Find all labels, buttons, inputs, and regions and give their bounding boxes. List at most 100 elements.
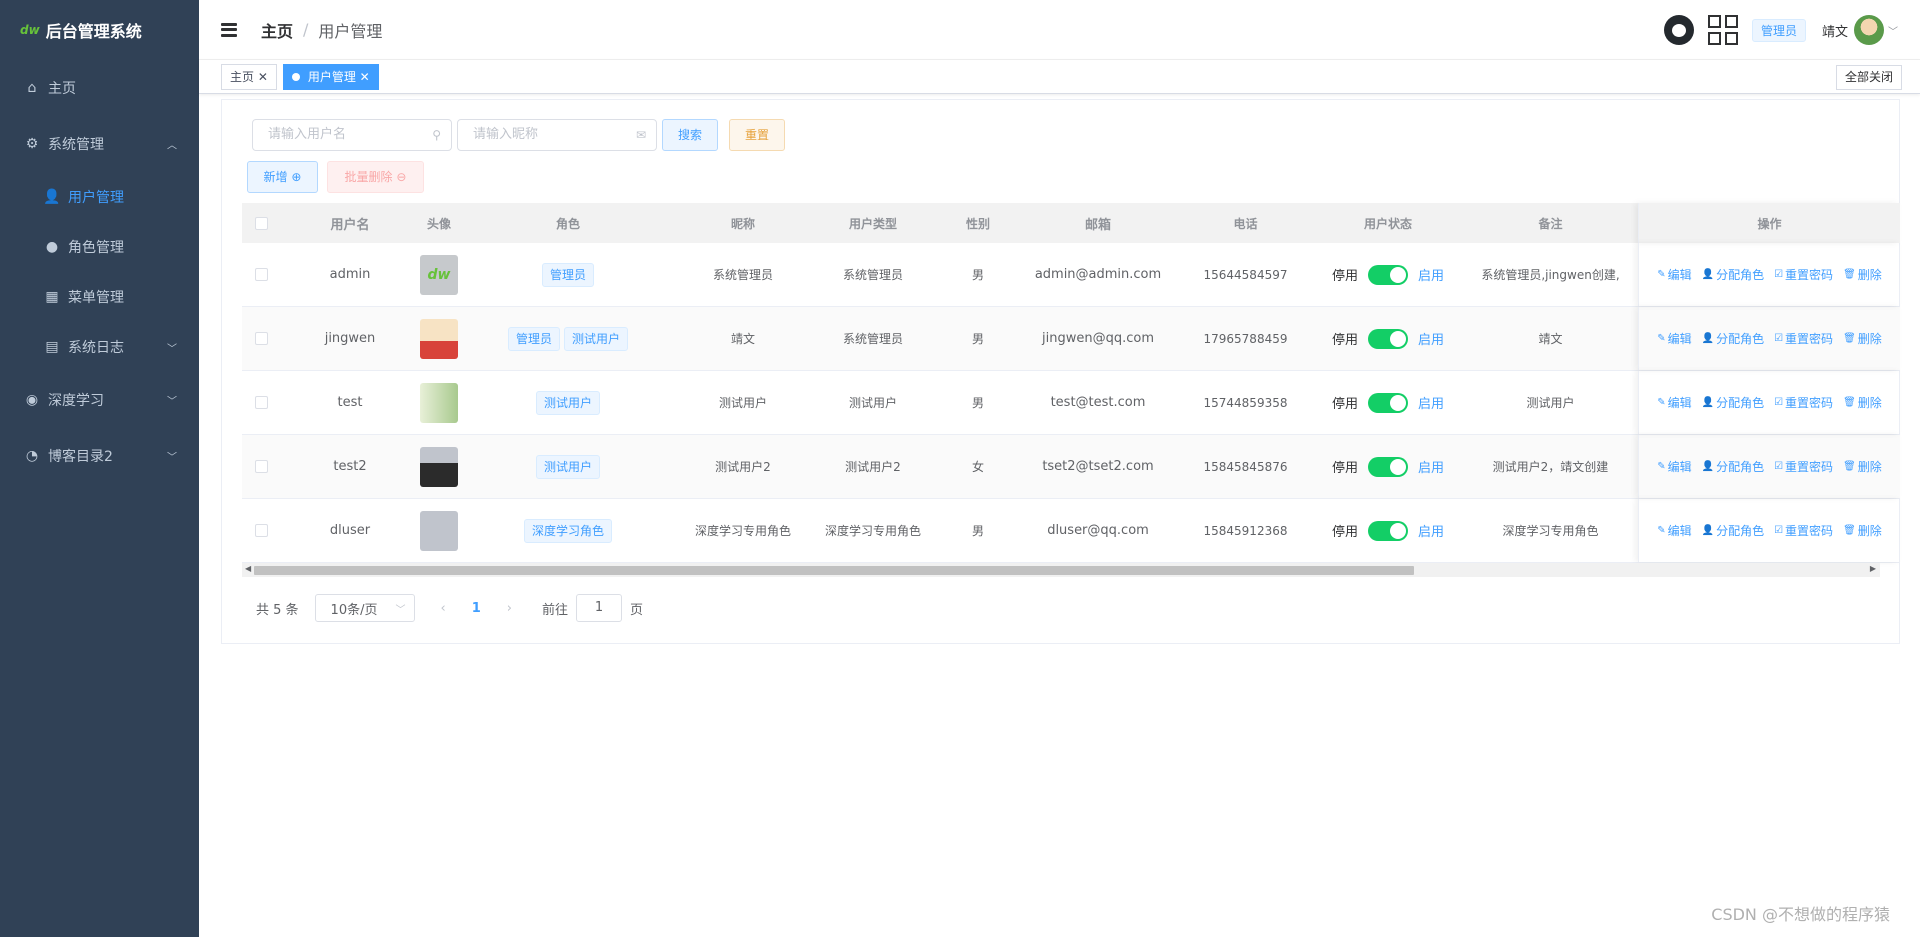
row-checkbox[interactable] [242,371,280,434]
edit-button[interactable]: ✎ 编辑 [1657,458,1691,475]
breadcrumb-home[interactable]: 主页 [261,18,293,42]
add-button[interactable]: 新增 ⊕ [247,161,318,193]
github-icon[interactable] [1663,15,1694,45]
delete-button[interactable]: 🗑 删除 [1843,522,1882,539]
status-switch[interactable] [1368,520,1408,541]
role-tag: 深度学习角色 [523,518,612,543]
row-checkbox[interactable] [242,435,280,498]
status-cell: 停用 启用 [1313,499,1463,562]
sidebar-item-roles[interactable]: ● 角色管理 [0,222,199,272]
close-icon[interactable]: ✕ [360,70,370,84]
goto-label: 前往 [542,602,569,618]
batch-delete-label: 批量删除 [344,170,393,184]
status-switch[interactable] [1368,392,1408,413]
edit-icon: ✎ [1657,397,1666,408]
close-icon[interactable]: ✕ [258,70,268,84]
select-all-checkbox[interactable] [242,203,280,243]
grid-icon: ▦ [45,289,59,305]
active-dot-icon [292,73,300,81]
sidebar-item-system[interactable]: ⚙ 系统管理 ︿ [0,116,199,172]
status-cell: 停用 启用 [1313,307,1463,370]
horizontal-scrollbar[interactable]: ◀ ▶ [242,563,1880,577]
username-search-input[interactable]: 请输入用户名 ⚲ [252,119,452,151]
user-table: 用户名 头像 角色 昵称 用户类型 性别 邮箱 电话 用户状态 备注 操作 ad… [242,203,1900,563]
row-checkbox[interactable] [242,307,280,370]
reset-icon: ☑ [1774,461,1784,472]
sex-cell: 男 [971,332,984,346]
prev-page-button[interactable]: ‹ [441,601,446,616]
note-cell: 深度学习专用角色 [1502,524,1599,538]
column-header: 头像 [426,216,451,231]
status-off-label: 停用 [1331,333,1358,348]
avatar-cell: dw [420,243,458,306]
app-logo[interactable]: dw 后台管理系统 [0,0,199,60]
reset-icon: ☑ [1774,397,1784,408]
chevron-down-icon[interactable]: ﹀ [1888,23,1898,38]
sidebar-item-blog[interactable]: ◔ 博客目录2 ﹀ [0,428,199,484]
role-tag: 管理员 [541,262,594,287]
actions-cell: ✎ 编辑 👤 分配角色 ☑ 重置密码 🗑 删除 [1638,307,1900,370]
sidebar-item-logs[interactable]: ▤ 系统日志 ﹀ [0,322,199,372]
edit-button[interactable]: ✎ 编辑 [1657,522,1691,539]
hamburger-icon[interactable] [221,22,237,37]
avatar[interactable] [1854,15,1884,45]
column-header: 用户状态 [1363,216,1412,231]
assign-role-button[interactable]: 👤 分配角色 [1702,394,1764,411]
input-placeholder: 请输入用户名 [268,127,347,142]
edit-button[interactable]: ✎ 编辑 [1657,394,1691,411]
sidebar-item-menus[interactable]: ▦ 菜单管理 [0,272,199,322]
nickname-search-input[interactable]: 请输入昵称 ✉ [457,119,657,151]
avatar [420,318,458,359]
sidebar-item-home[interactable]: ⌂ 主页 [0,60,199,116]
tag-users[interactable]: 用户管理 ✕ [283,64,379,90]
nickname-cell: 靖文 [730,332,755,346]
assign-role-button[interactable]: 👤 分配角色 [1702,458,1764,475]
page-size-select[interactable]: 10条/页 ﹀ [314,594,415,622]
nickname-cell: 系统管理员 [712,268,773,282]
user-name[interactable]: 靖文 [1822,21,1848,40]
goto-page-input[interactable]: 1 [576,594,623,622]
delete-button[interactable]: 🗑 删除 [1843,266,1882,283]
batch-delete-button[interactable]: 批量删除 ⊖ [327,161,424,193]
status-cell: 停用 启用 [1313,435,1463,498]
scroll-right-icon[interactable]: ▶ [1870,564,1876,573]
search-button[interactable]: 搜索 [662,119,718,151]
breadcrumb: 主页 / 用户管理 [261,18,382,42]
fullscreen-grid-icon[interactable] [1707,15,1738,45]
trash-icon: 🗑 [1843,461,1856,472]
edit-button[interactable]: ✎ 编辑 [1657,330,1691,347]
next-page-button[interactable]: › [507,601,512,616]
scroll-left-icon[interactable]: ◀ [245,564,251,573]
row-checkbox[interactable] [242,243,280,306]
calendar-icon: ▤ [45,339,59,355]
actions-cell: ✎ 编辑 👤 分配角色 ☑ 重置密码 🗑 删除 [1638,243,1900,306]
reset-password-button[interactable]: ☑ 重置密码 [1774,266,1833,283]
delete-button[interactable]: 🗑 删除 [1843,394,1882,411]
status-off-label: 停用 [1331,269,1358,284]
pagination-total: 共 5 条 [256,602,299,618]
sidebar-item-users[interactable]: 👤 用户管理 [0,172,199,222]
reset-password-button[interactable]: ☑ 重置密码 [1774,330,1833,347]
page-number[interactable]: 1 [472,601,481,616]
status-switch[interactable] [1368,328,1408,349]
reset-password-button[interactable]: ☑ 重置密码 [1774,394,1833,411]
edit-button[interactable]: ✎ 编辑 [1657,266,1691,283]
table-row: jingwen 管理员 测试用户 靖文 系统管理员 男 jingwen@qq.c… [242,307,1900,371]
status-switch[interactable] [1368,264,1408,285]
sidebar-item-deep-learning[interactable]: ◉ 深度学习 ﹀ [0,372,199,428]
row-checkbox[interactable] [242,499,280,562]
tag-home[interactable]: 主页 ✕ [221,64,277,90]
delete-button[interactable]: 🗑 删除 [1843,458,1882,475]
reset-button[interactable]: 重置 [729,119,785,151]
scrollbar-thumb[interactable] [254,566,1414,575]
reset-password-button[interactable]: ☑ 重置密码 [1774,458,1833,475]
status-switch[interactable] [1368,456,1408,477]
close-all-button[interactable]: 全部关闭 [1835,65,1902,90]
assign-label: 分配角色 [1716,332,1765,346]
delete-button[interactable]: 🗑 删除 [1843,330,1882,347]
assign-role-button[interactable]: 👤 分配角色 [1702,330,1764,347]
status-on-label: 启用 [1418,269,1445,284]
assign-role-button[interactable]: 👤 分配角色 [1702,522,1764,539]
assign-role-button[interactable]: 👤 分配角色 [1702,266,1764,283]
reset-password-button[interactable]: ☑ 重置密码 [1774,522,1833,539]
